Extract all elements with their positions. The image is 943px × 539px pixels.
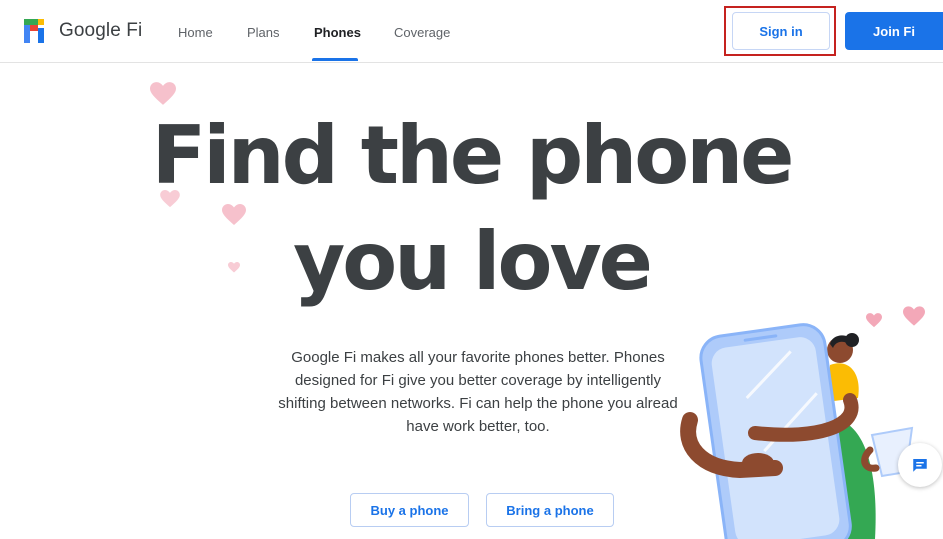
person-hugging-phone-illustration [680, 323, 914, 539]
nav-coverage[interactable]: Coverage [394, 25, 450, 40]
brand-name[interactable]: Google Fi [59, 20, 142, 42]
join-fi-button[interactable]: Join Fi [845, 12, 943, 50]
hero-description-line: designed for Fi give you better coverage… [294, 372, 662, 389]
sign-in-button[interactable]: Sign in [732, 12, 830, 50]
hero-title-line-1: Find the phone [151, 109, 795, 202]
top-nav-bar: Google Fi Home Plans Phones Coverage Sig… [0, 0, 943, 63]
hero-description-line: shifting between networks. Fi can help t… [278, 395, 678, 412]
active-nav-indicator [312, 58, 358, 61]
bring-a-phone-button[interactable]: Bring a phone [486, 493, 614, 527]
heart-icon [150, 82, 176, 105]
page: Google Fi Home Plans Phones Coverage Sig… [0, 0, 943, 539]
buy-a-phone-button[interactable]: Buy a phone [350, 493, 469, 527]
hero-description: Google Fi makes all your favorite phones… [258, 346, 698, 438]
hero-description-line: have work better, too. [406, 418, 550, 435]
hero-description-line: Google Fi makes all your favorite phones… [291, 349, 665, 366]
chat-button[interactable] [898, 443, 942, 487]
hero-title-line-2: you love [293, 215, 653, 308]
chat-icon [913, 459, 927, 472]
google-fi-logo-icon[interactable] [24, 19, 44, 43]
nav-phones[interactable]: Phones [314, 25, 361, 40]
nav-plans[interactable]: Plans [247, 25, 280, 40]
nav-home[interactable]: Home [178, 25, 213, 40]
